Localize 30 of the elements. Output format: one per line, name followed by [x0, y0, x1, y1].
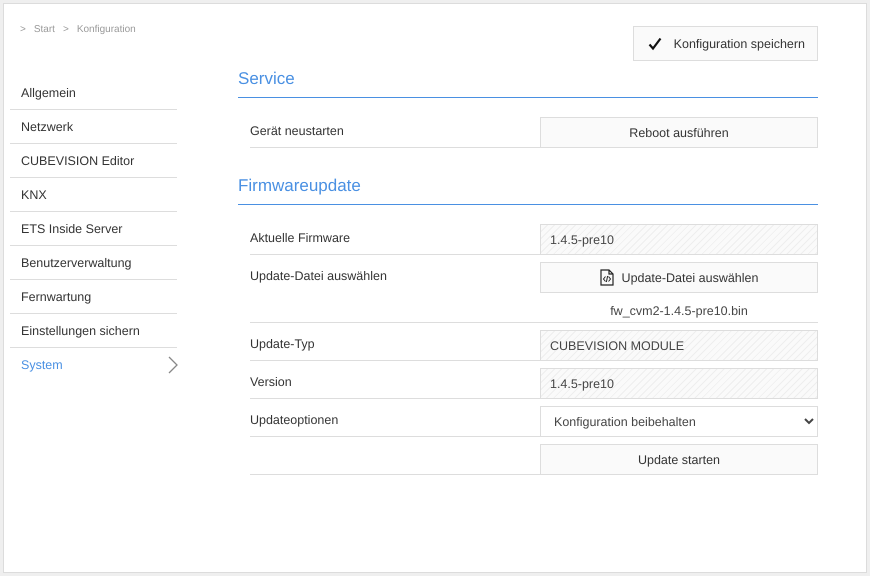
sidebar-item[interactable]: Einstellungen sichern	[10, 314, 177, 348]
sidebar-item[interactable]: KNX	[10, 178, 177, 212]
field-label: Update-Typ	[250, 336, 315, 351]
readonly-field: 1.4.5-pre10	[540, 224, 818, 255]
breadcrumb-separator: >	[20, 24, 26, 37]
readonly-field: CUBEVISION MODULE	[540, 330, 818, 361]
save-button[interactable]: Konfiguration speichern	[632, 26, 818, 61]
chevron-right-icon	[168, 356, 178, 374]
file-select-button[interactable]: Update-Datei auswählen	[540, 262, 818, 293]
section-heading: Service	[238, 61, 818, 98]
sidebar-item[interactable]: CUBEVISION Editor	[10, 144, 177, 178]
action-button[interactable]: Update starten	[540, 444, 818, 475]
checkmark-icon	[648, 36, 662, 50]
action-button[interactable]: Reboot ausführen	[540, 117, 818, 148]
section-heading: Firmwareupdate	[238, 168, 818, 205]
field-label: Aktuelle Firmware	[250, 230, 350, 245]
field-label: Updateoptionen	[250, 412, 338, 427]
field-label: Update-Datei auswählen	[250, 268, 387, 283]
breadcrumb-separator: >	[62, 24, 69, 37]
sidebar-item[interactable]: Allgemein	[10, 76, 177, 110]
readonly-field: 1.4.5-pre10	[540, 368, 818, 399]
option-select[interactable]: Konfiguration beibehalten	[540, 406, 818, 437]
sidebar-item[interactable]: ETS Inside Server	[10, 212, 177, 246]
sidebar-item[interactable]: Fernwartung	[10, 280, 177, 314]
sidebar-item[interactable]: Netzwerk	[10, 110, 177, 144]
code-file-icon	[600, 269, 614, 286]
file-name: fw_cvm2-1.4.5-pre10.bin	[609, 303, 749, 320]
sidebar-item[interactable]: Benutzerverwaltung	[10, 246, 177, 280]
field-label: Gerät neustarten	[250, 123, 344, 138]
field-label: Version	[250, 374, 292, 389]
